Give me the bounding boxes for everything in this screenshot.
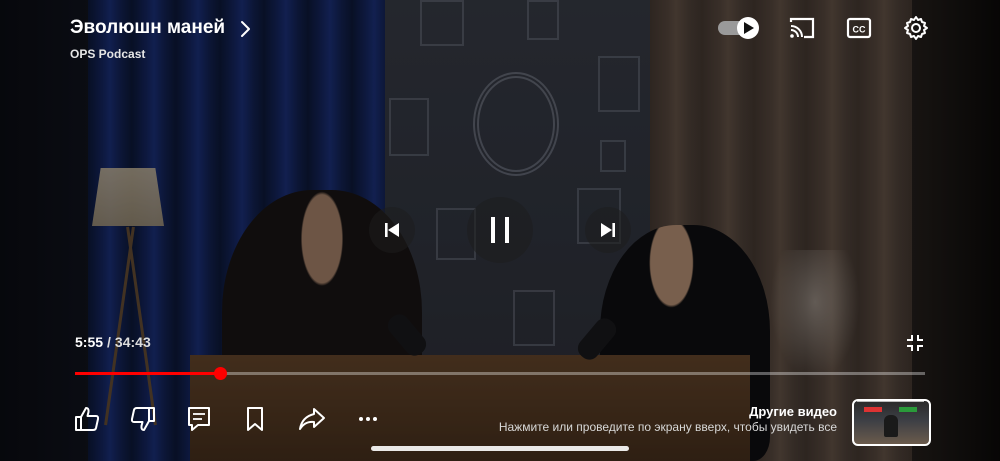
like-button[interactable] [72,404,102,434]
thumbnail-figure [884,415,898,437]
autoplay-knob [737,17,759,39]
more-videos-title[interactable]: Другие видео [749,404,837,419]
thumbnail-stack [857,401,924,402]
thumbnail-detail [864,407,882,412]
more-videos-thumbnail[interactable] [852,399,931,446]
dislike-button[interactable] [128,404,158,434]
pause-icon [491,217,509,243]
skip-next-icon [601,223,615,237]
thumbs-up-icon [75,407,100,431]
time-separator: / [107,334,111,350]
bookmark-icon [247,407,263,431]
thumbs-down-icon [130,407,155,431]
more-horizontal-icon [359,417,377,421]
seek-thumb[interactable] [214,367,227,380]
home-indicator[interactable] [371,446,629,451]
exit-fullscreen-icon[interactable] [904,332,926,354]
current-time: 5:55 [75,334,104,350]
gear-icon[interactable] [902,14,930,42]
duration: 34:43 [114,334,151,350]
video-title[interactable]: Эволюшн маней [70,17,225,39]
chevron-right-icon[interactable] [236,18,256,40]
thumbnail-detail [899,407,917,412]
comments-button[interactable] [184,404,214,434]
autoplay-toggle[interactable] [718,17,762,39]
video-player[interactable]: Эволюшн маней OPS Podcast CC 5:55 / 34:4… [0,0,1000,461]
share-icon [299,408,325,430]
next-button[interactable] [585,207,631,253]
comments-icon [188,407,210,431]
save-button[interactable] [240,404,270,434]
closed-captions-icon[interactable]: CC [845,14,873,42]
more-videos-hint: Нажмите или проведите по экрану вверх, ч… [498,420,837,434]
play-pause-button[interactable] [467,197,533,263]
seek-bar[interactable] [75,367,925,380]
cast-icon[interactable] [788,14,816,42]
previous-button[interactable] [369,207,415,253]
seek-played [75,372,220,375]
svg-text:CC: CC [853,25,866,35]
more-button[interactable] [353,404,383,434]
skip-previous-icon [385,223,399,237]
channel-name[interactable]: OPS Podcast [70,47,145,61]
share-button[interactable] [297,404,327,434]
time-display: 5:55/34:43 [75,334,151,350]
play-icon [744,22,754,34]
